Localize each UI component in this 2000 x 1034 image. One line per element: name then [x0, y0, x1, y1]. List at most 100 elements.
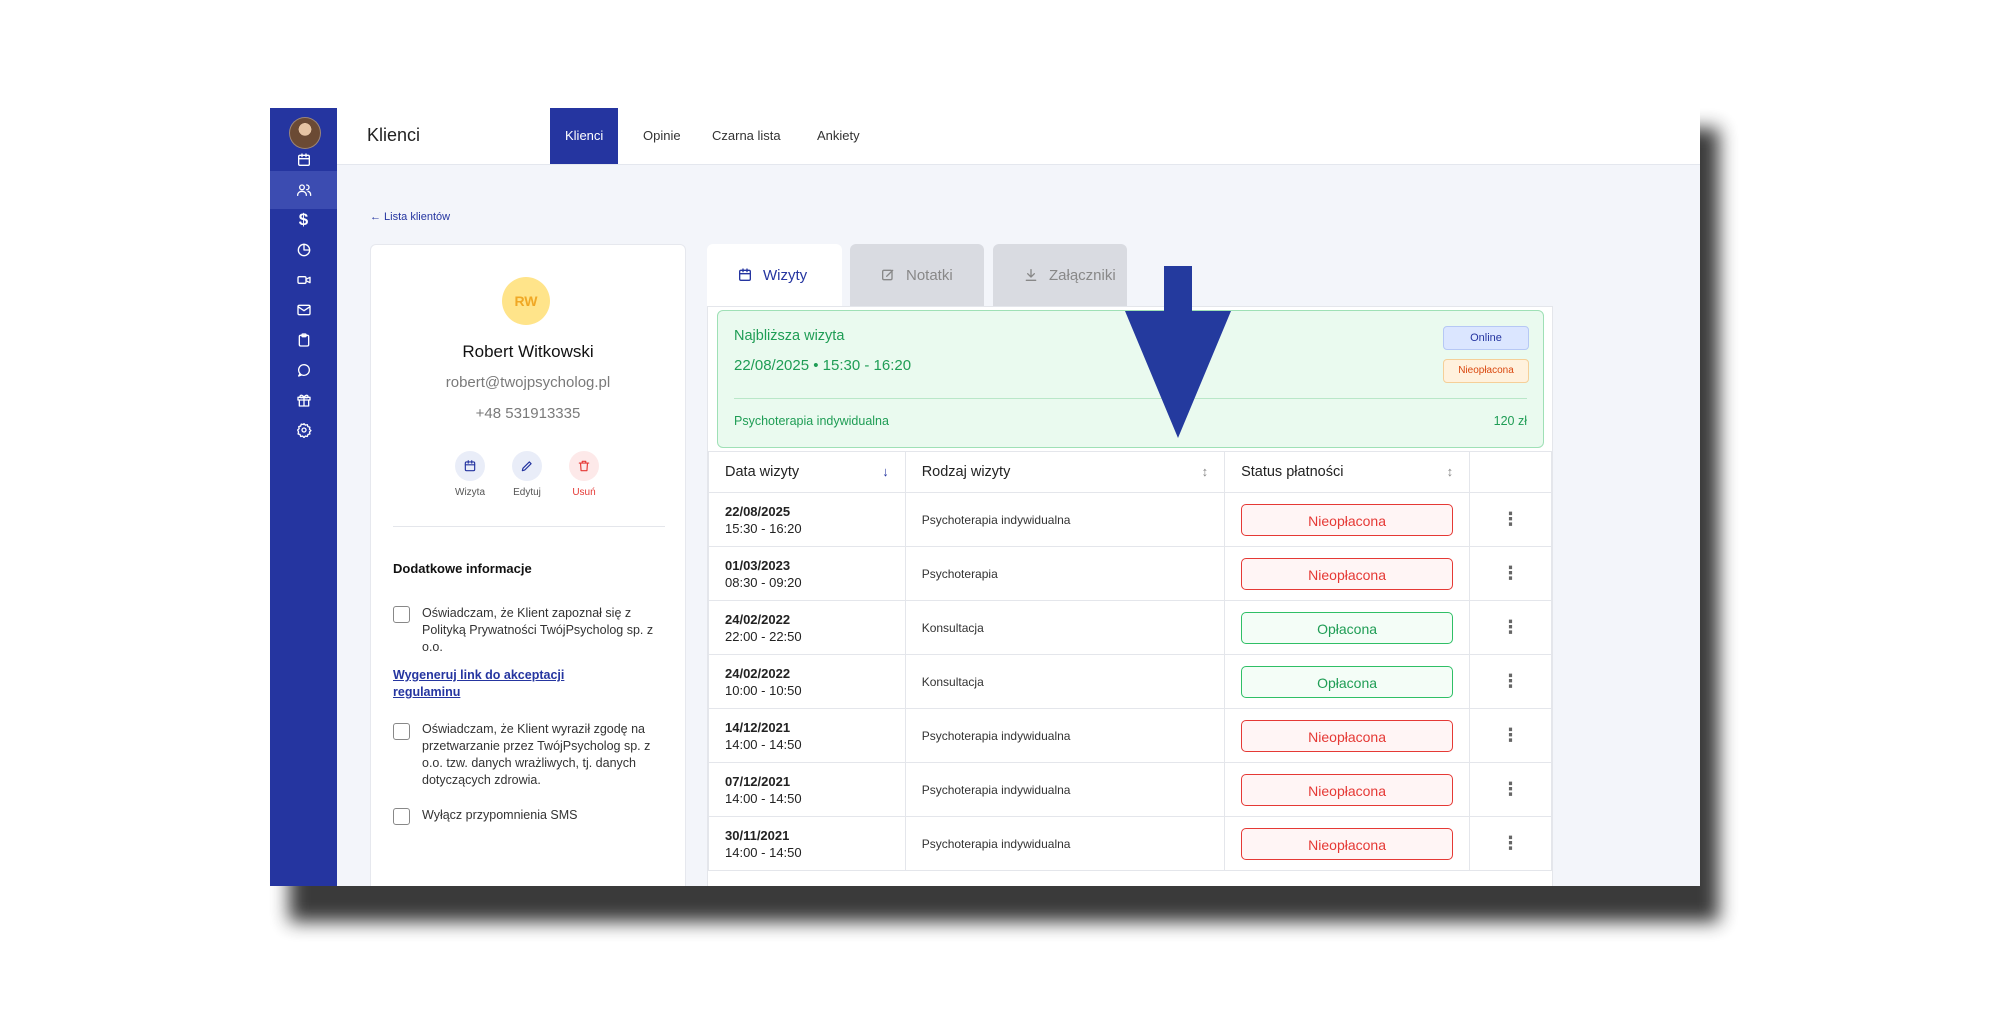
payment-status-badge[interactable]: Opłacona: [1241, 611, 1454, 644]
visits-table: Data wizyty ↓ Rodzaj wizyty ↕ Status płatn…: [708, 451, 1552, 871]
tab-surveys[interactable]: Ankiety: [817, 108, 860, 164]
visit-time: 15:30 - 16:20: [725, 520, 802, 536]
calendar-icon: [464, 460, 476, 472]
data-consent-checkbox[interactable]: [393, 723, 410, 740]
next-visit-type: Psychoterapia indywidualna: [734, 414, 889, 428]
payment-status-cell: Nieopłacona: [1224, 816, 1471, 871]
column-header-date[interactable]: Data wizyty ↓: [708, 451, 906, 493]
more-options-icon[interactable]: ⋮: [1469, 654, 1552, 709]
payment-status-cell: Nieopłacona: [1224, 762, 1471, 817]
payment-status-badge[interactable]: Nieopłacona: [1241, 773, 1454, 806]
tab-notes-label: Notatki: [906, 266, 953, 284]
table-row[interactable]: 01/03/2023 08:30 - 09:20 Psychoterapia Ni…: [708, 546, 1552, 601]
visit-date: 22/08/2025: [725, 503, 791, 519]
edit-client-label: Edytuj: [513, 487, 541, 498]
visit-date-cell: 22/08/2025 15:30 - 16:20: [708, 492, 906, 547]
sms-opt-out-checkbox[interactable]: [393, 808, 410, 825]
pencil-icon: [521, 461, 532, 472]
sort-icon[interactable]: ↕: [1202, 464, 1209, 479]
next-visit-title: Najbliższa wizyta: [734, 328, 845, 344]
edit-client-button[interactable]: Edytuj: [497, 451, 557, 498]
visit-type-cell: Psychoterapia indywidualna: [904, 708, 1226, 763]
sms-opt-out-label: Wyłącz przypomnienia SMS: [422, 808, 578, 822]
payment-status-cell: Nieopłacona: [1224, 708, 1471, 763]
visit-time: 14:00 - 14:50: [725, 790, 802, 806]
visit-time: 14:00 - 14:50: [725, 844, 802, 860]
edit-note-icon: [882, 269, 894, 281]
column-date-label: Data wizyty: [725, 464, 800, 480]
online-badge: Online: [1443, 326, 1529, 350]
visit-type-cell: Psychoterapia: [904, 546, 1226, 601]
new-visit-label: Wizyta: [455, 487, 485, 498]
client-email: robert@twojpsycholog.pl: [445, 374, 611, 391]
table-row[interactable]: 22/08/2025 15:30 - 16:20 Psychoterapia in…: [708, 492, 1552, 547]
delete-client-button[interactable]: Usuń: [554, 451, 614, 498]
calendar-icon: [739, 268, 751, 281]
tab-visits[interactable]: Wizyty: [707, 244, 842, 306]
payment-status-cell: Opłacona: [1224, 654, 1471, 709]
tab-visits-label: Wizyty: [763, 266, 808, 284]
new-visit-button[interactable]: Wizyta: [440, 451, 500, 498]
payment-status-cell: Opłacona: [1224, 600, 1471, 655]
trash-icon: [578, 460, 590, 472]
payment-status-badge[interactable]: Nieopłacona: [1241, 557, 1454, 590]
column-header-type[interactable]: Rodzaj wizyty ↕: [904, 451, 1226, 493]
visit-date: 24/02/2022: [725, 665, 791, 681]
visit-date-cell: 14/12/2021 14:00 - 14:50: [708, 708, 906, 763]
tab-notes[interactable]: Notatki: [850, 244, 984, 306]
privacy-consent-checkbox[interactable]: [393, 606, 410, 623]
more-options-icon[interactable]: ⋮: [1469, 492, 1552, 547]
download-icon: [1025, 269, 1037, 281]
visit-date-cell: 07/12/2021 14:00 - 14:50: [708, 762, 906, 817]
visit-date: 07/12/2021: [725, 773, 791, 789]
client-profile-card: RW Robert Witkowski robert@twojpsycholog…: [370, 244, 686, 886]
visit-time: 10:00 - 10:50: [725, 682, 802, 698]
column-status-label: Status płatności: [1241, 464, 1344, 480]
more-options-icon[interactable]: ⋮: [1469, 708, 1552, 763]
back-to-client-list-link[interactable]: ← Lista klientów: [370, 211, 450, 223]
more-options-icon[interactable]: ⋮: [1469, 762, 1552, 817]
tab-reviews[interactable]: Opinie: [643, 108, 681, 164]
tab-blacklist[interactable]: Czarna lista: [712, 108, 781, 164]
top-header: Klienci Klienci Opinie Czarna lista Anki…: [337, 108, 1700, 165]
additional-info-heading: Dodatkowe informacje: [393, 561, 532, 576]
column-type-label: Rodzaj wizyty: [921, 464, 1011, 480]
table-row[interactable]: 24/02/2022 10:00 - 10:50 Konsultacja Opła…: [708, 654, 1552, 709]
generate-terms-link[interactable]: Wygeneruj link do akceptacji regulaminu: [393, 667, 623, 701]
sort-icon[interactable]: ↕: [1447, 464, 1454, 479]
column-header-status[interactable]: Status płatności ↕: [1224, 451, 1471, 493]
sidebar: $: [270, 108, 337, 886]
visit-type-cell: Konsultacja: [904, 600, 1226, 655]
visit-time: 22:00 - 22:50: [725, 628, 802, 644]
payment-status-badge[interactable]: Nieopłacona: [1241, 827, 1454, 860]
settings-icon[interactable]: [270, 411, 337, 449]
next-visit-datetime: 22/08/2025 • 15:30 - 16:20: [734, 357, 912, 374]
tab-attachments-label: Załączniki: [1049, 266, 1116, 284]
table-row[interactable]: 30/11/2021 14:00 - 14:50 Psychoterapia in…: [708, 816, 1552, 871]
visit-date: 14/12/2021: [725, 719, 791, 735]
more-options-icon[interactable]: ⋮: [1469, 816, 1552, 871]
table-header-row: Data wizyty ↓ Rodzaj wizyty ↕ Status płatn…: [708, 451, 1552, 493]
visit-date-cell: 24/02/2022 10:00 - 10:50: [708, 654, 906, 709]
visit-time: 14:00 - 14:50: [725, 736, 802, 752]
more-options-icon[interactable]: ⋮: [1469, 600, 1552, 655]
visit-time: 08:30 - 09:20: [725, 574, 802, 590]
more-options-icon[interactable]: ⋮: [1469, 546, 1552, 601]
client-phone: +48 531913335: [475, 405, 581, 422]
client-initials-avatar: RW: [502, 277, 550, 325]
table-row[interactable]: 14/12/2021 14:00 - 14:50 Psychoterapia in…: [708, 708, 1552, 763]
tab-clients[interactable]: Klienci: [550, 108, 619, 164]
table-row[interactable]: 07/12/2021 14:00 - 14:50 Psychoterapia in…: [708, 762, 1552, 817]
payment-status-badge[interactable]: Nieopłacona: [1241, 719, 1454, 752]
visit-type-cell: Psychoterapia indywidualna: [904, 762, 1226, 817]
visit-date: 30/11/2021: [725, 827, 790, 843]
sort-desc-icon[interactable]: ↓: [882, 464, 889, 479]
visit-type-cell: Psychoterapia indywidualna: [904, 492, 1226, 547]
privacy-consent-label: Oświadczam, że Klient zapoznał się z Pol…: [422, 606, 654, 654]
payment-status-cell: Nieopłacona: [1224, 546, 1471, 601]
payment-status-badge[interactable]: Opłacona: [1241, 665, 1454, 698]
tab-attachments[interactable]: Załączniki: [993, 244, 1127, 306]
page-title: Klienci: [367, 125, 421, 145]
table-row[interactable]: 24/02/2022 22:00 - 22:50 Konsultacja Opła…: [708, 600, 1552, 655]
payment-status-badge[interactable]: Nieopłacona: [1241, 503, 1454, 536]
